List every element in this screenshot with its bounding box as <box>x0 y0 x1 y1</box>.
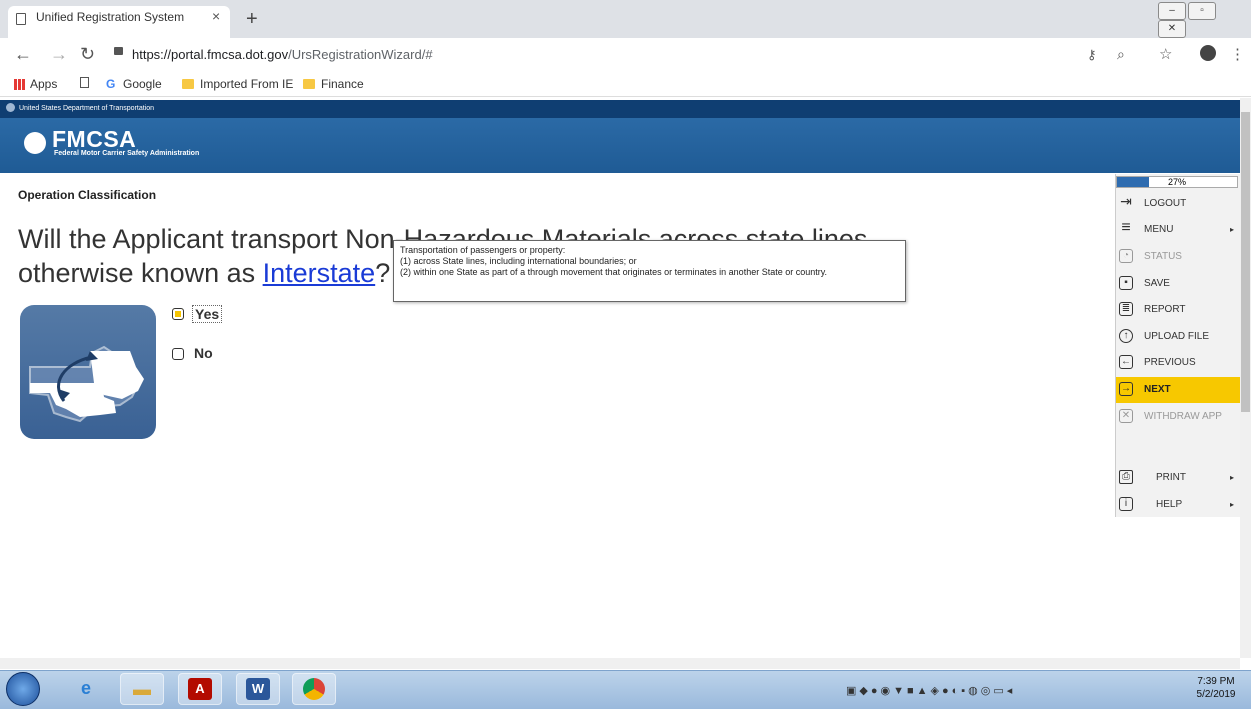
logout-button[interactable]: ⇥ LOGOUT <box>1116 191 1240 217</box>
bookmark-imported[interactable]: Imported From IE <box>182 77 293 91</box>
vertical-scroll-thumb[interactable] <box>1241 112 1250 412</box>
fmcsa-logo-icon[interactable] <box>24 132 46 154</box>
tab-title: Unified Registration System <box>36 10 185 24</box>
reload-icon[interactable]: ↻ <box>80 44 95 65</box>
fmcsa-banner <box>0 118 1240 173</box>
bookmark-google[interactable]: Google <box>123 77 162 91</box>
yes-checkbox[interactable] <box>172 308 184 320</box>
caret-icon: ▸ <box>1229 500 1234 509</box>
interstate-tooltip: Transportation of passengers or property… <box>393 240 906 302</box>
tooltip-line: Transportation of passengers or property… <box>400 245 566 255</box>
bookmark-finance[interactable]: Finance <box>303 77 364 91</box>
maximize-icon[interactable]: ▫ <box>1188 2 1216 20</box>
url-text: https://portal.fmcsa.dot.gov/UrsRegistra… <box>132 47 433 62</box>
start-button-icon[interactable] <box>6 672 40 706</box>
tooltip-line: (2) within one State as part of a throug… <box>400 267 828 277</box>
profile-icon[interactable] <box>1200 45 1216 61</box>
upload-file-button[interactable]: ↑ UPLOAD FILE <box>1116 324 1240 350</box>
dot-seal-icon <box>6 103 15 112</box>
word-icon[interactable]: W <box>236 673 280 705</box>
clock-date: 5/2/2019 <box>1196 689 1236 700</box>
fmcsa-subtitle: Federal Motor Carrier Safety Administrat… <box>54 150 200 157</box>
previous-icon: ← <box>1119 355 1133 369</box>
printer-icon: ⎙ <box>1119 470 1133 484</box>
new-tab-button[interactable]: + <box>246 8 258 31</box>
report-button[interactable]: ≣ REPORT <box>1116 297 1240 323</box>
status-icon: ◔ <box>1119 249 1133 263</box>
folder-icon <box>182 79 194 89</box>
taskbar-clock[interactable]: 7:39 PM 5/2/2019 <box>1186 675 1246 701</box>
next-icon: → <box>1119 382 1133 396</box>
bookmark-page-icon[interactable] <box>80 77 89 88</box>
no-label[interactable]: No <box>194 345 213 361</box>
interstate-link[interactable]: Interstate <box>263 258 376 288</box>
page-title: Operation Classification <box>18 188 157 202</box>
star-icon[interactable]: ☆ <box>1159 45 1172 63</box>
bookmark-apps[interactable]: Apps <box>30 77 57 91</box>
save-button[interactable]: ▪ SAVE <box>1116 271 1240 297</box>
apps-grid-icon <box>14 79 25 90</box>
tooltip-line: (1) across State lines, including intern… <box>400 256 637 266</box>
next-button[interactable]: → NEXT <box>1116 377 1240 403</box>
acrobat-icon[interactable]: A <box>178 673 222 705</box>
zoom-icon[interactable]: ⌕ <box>1117 46 1125 63</box>
google-icon: G <box>106 77 116 91</box>
lock-icon <box>114 47 123 55</box>
dot-label: United States Department of Transportati… <box>19 105 155 112</box>
menu-button[interactable]: ≡ MENU ▸ <box>1116 217 1240 243</box>
back-icon[interactable]: ← <box>14 44 32 65</box>
interstate-map-icon <box>20 305 156 439</box>
progress-label: 27% <box>1167 177 1186 187</box>
clock-time: 7:39 PM <box>1197 676 1235 687</box>
chrome-icon[interactable] <box>292 673 336 705</box>
question-mark: ? <box>375 258 391 288</box>
window-controls: – ▫✕ <box>1158 2 1246 38</box>
menu-icon: ≡ <box>1121 219 1131 236</box>
horizontal-scrollbar[interactable] <box>0 658 1240 669</box>
info-icon: i <box>1119 497 1133 511</box>
logout-icon: ⇥ <box>1120 193 1132 209</box>
ie-icon[interactable]: e <box>64 673 108 705</box>
print-button[interactable]: ⎙ PRINT ▸ <box>1116 465 1240 491</box>
page-icon <box>16 13 26 25</box>
caret-icon: ▸ <box>1229 225 1234 234</box>
minimize-icon[interactable]: – <box>1158 2 1186 20</box>
system-tray-icons[interactable]: ▣◆●◉▼■▲◈●◐▪◍◎▭◂ <box>846 684 1015 697</box>
report-icon: ≣ <box>1119 302 1133 316</box>
save-icon: ▪ <box>1119 276 1133 290</box>
close-tab-icon[interactable]: × <box>212 8 220 24</box>
withdraw-app-button[interactable]: ✕ WITHDRAW APP <box>1116 404 1240 430</box>
key-icon[interactable]: ⚷ <box>1087 47 1097 63</box>
explorer-icon[interactable]: ▬ <box>120 673 164 705</box>
previous-button[interactable]: ← PREVIOUS <box>1116 350 1240 376</box>
more-menu-icon[interactable]: ⋮ <box>1230 45 1245 63</box>
status-button[interactable]: ◔ STATUS <box>1116 244 1240 270</box>
withdraw-icon: ✕ <box>1119 409 1133 423</box>
fmcsa-title: FMCSA <box>52 126 137 152</box>
no-checkbox[interactable] <box>172 348 184 360</box>
folder-icon <box>303 79 315 89</box>
close-window-icon[interactable]: ✕ <box>1158 20 1186 38</box>
dot-strip: United States Department of Transportati… <box>0 100 1240 118</box>
upload-icon: ↑ <box>1119 329 1133 343</box>
yes-label[interactable]: Yes <box>192 305 223 323</box>
help-button[interactable]: i HELP ▸ <box>1116 492 1240 518</box>
question-line2: otherwise known as <box>18 258 263 288</box>
caret-icon: ▸ <box>1229 473 1234 482</box>
forward-icon[interactable]: → <box>50 44 68 65</box>
